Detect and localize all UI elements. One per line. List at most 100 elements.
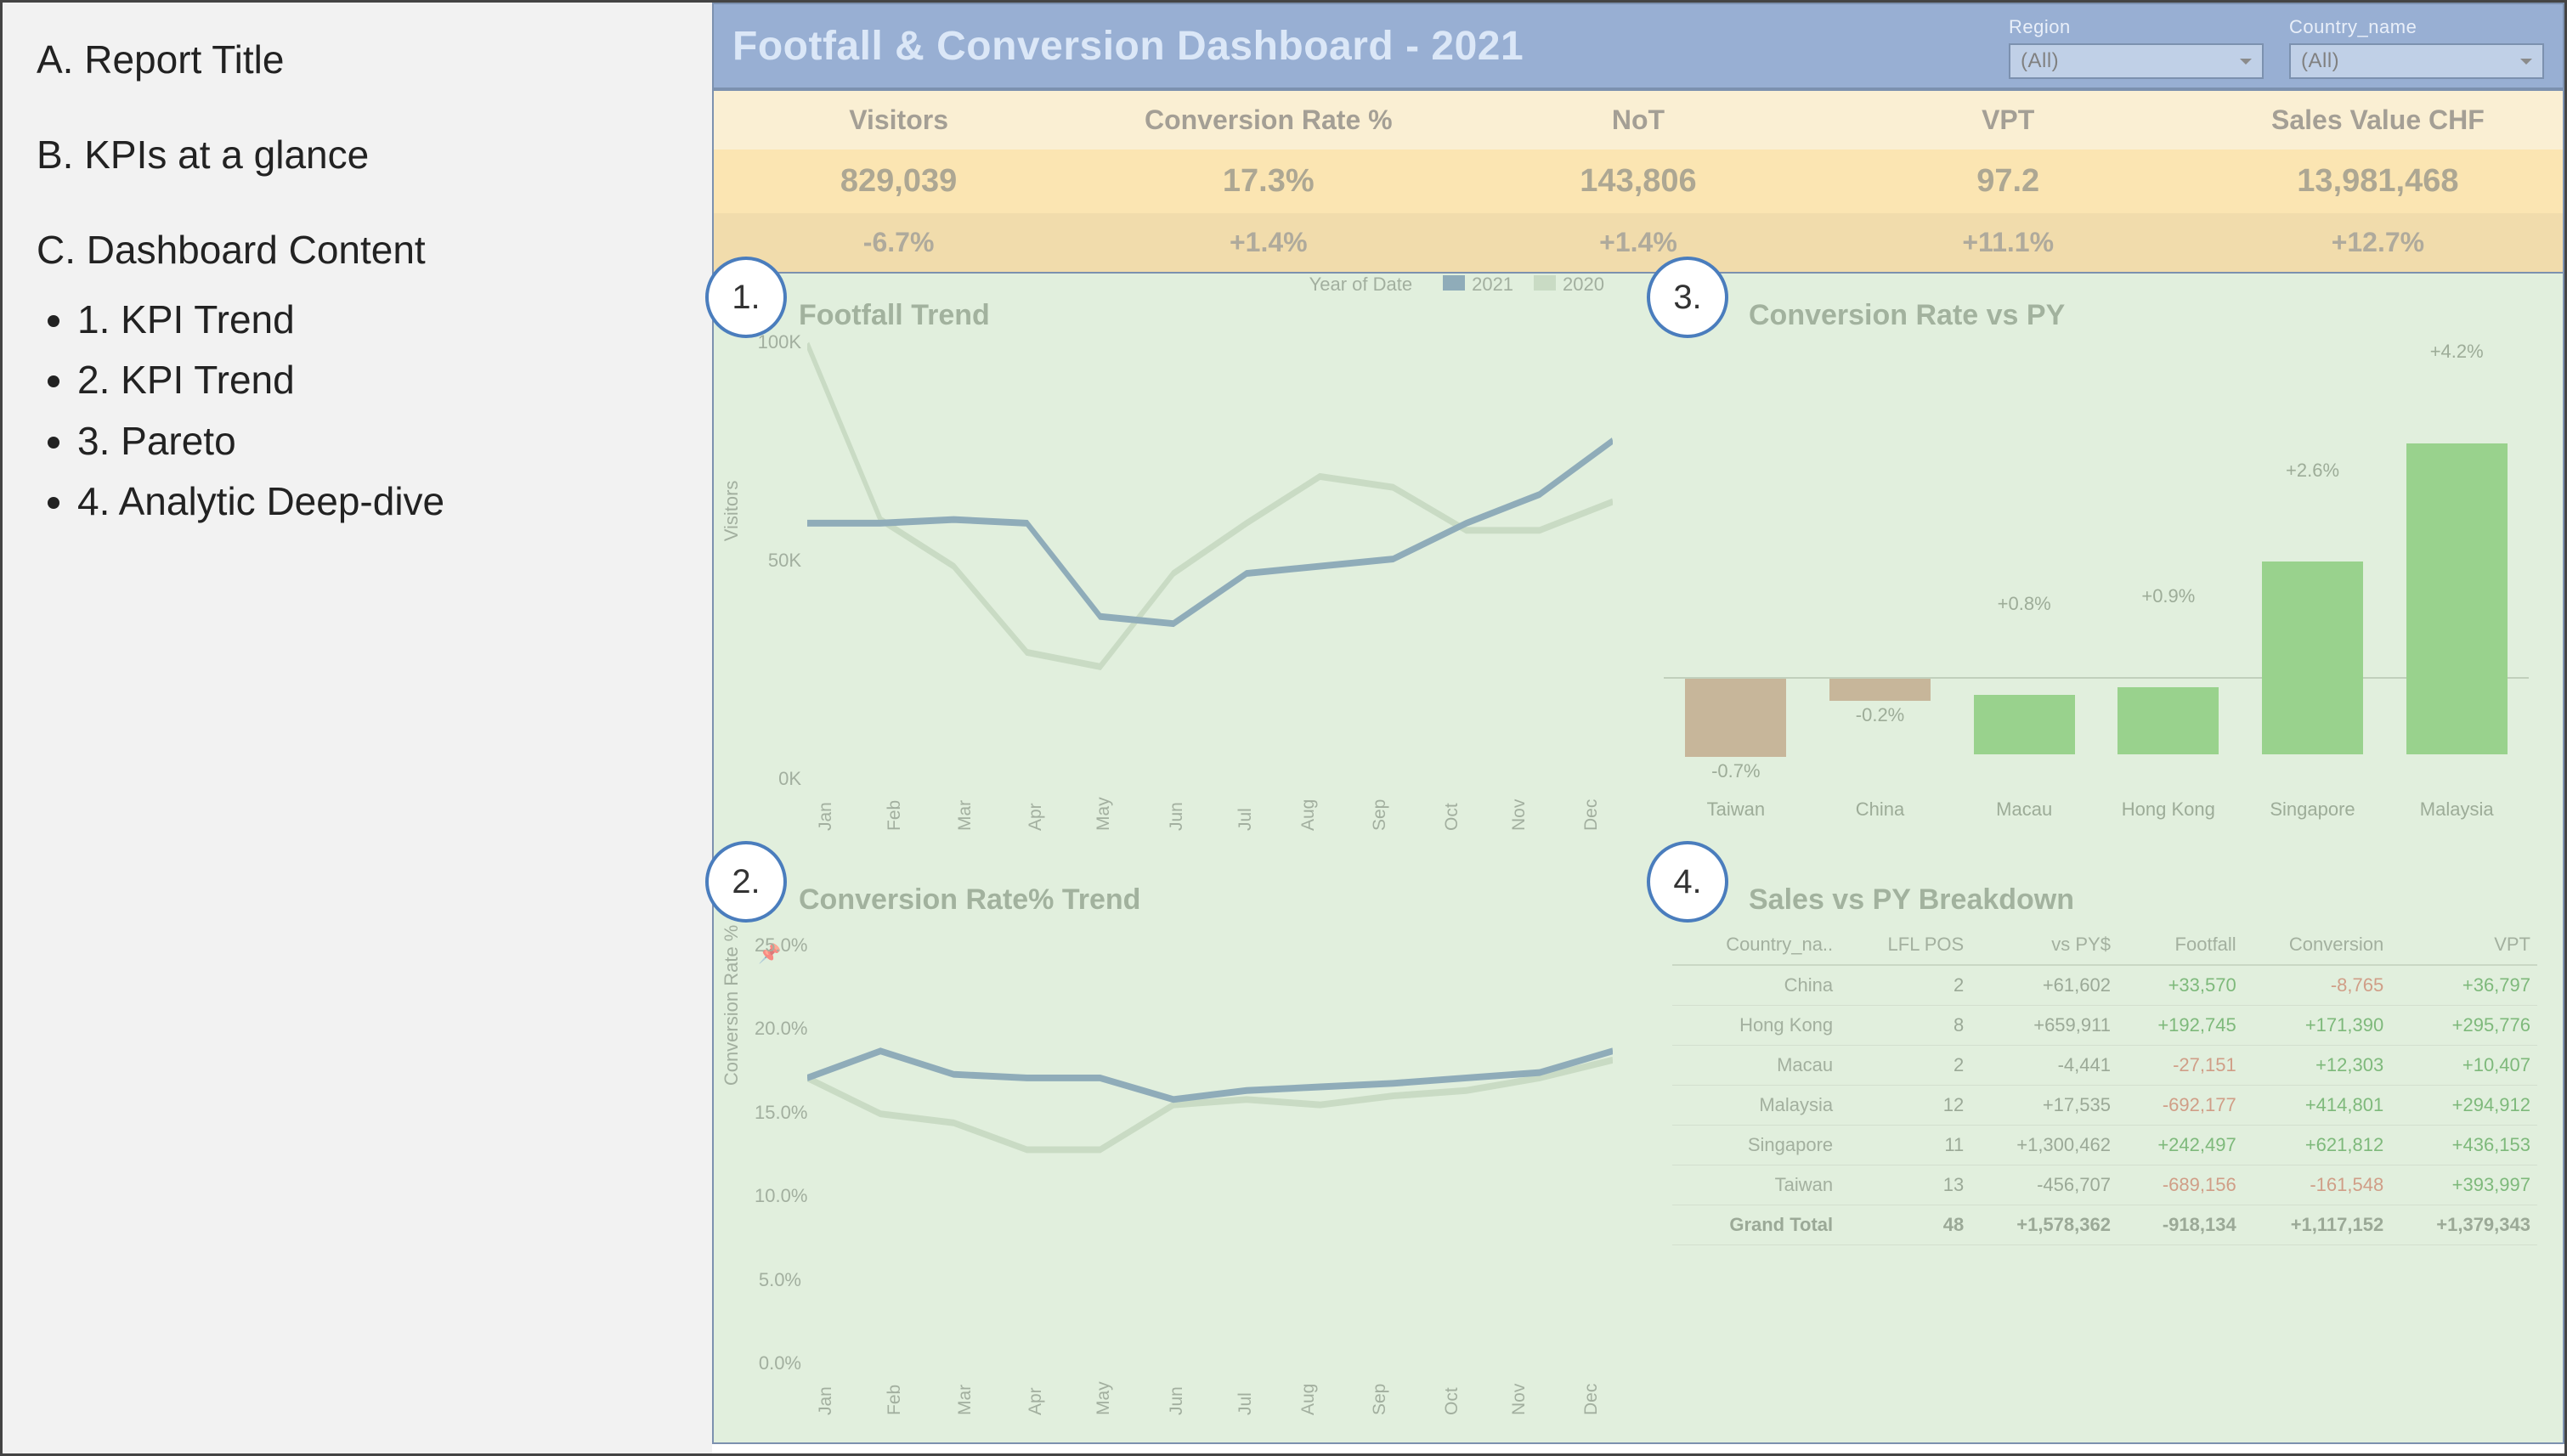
panel-1-ylabel: Visitors	[721, 481, 743, 542]
panel-conversion-vs-py[interactable]: Conversion Rate vs PY -0.7%Taiwan-0.2%Ch…	[1638, 274, 2563, 858]
dashboard-title: Footfall & Conversion Dashboard - 2021	[732, 23, 2009, 70]
table-header[interactable]: Country_na..	[1672, 925, 1848, 965]
pareto-bar[interactable]: +2.6%Singapore	[2241, 346, 2385, 790]
root-canvas: A. Report Title B. KPIs at a glance C. D…	[0, 0, 2567, 1456]
month-label: Mar	[955, 1385, 975, 1415]
month-label: Nov	[1509, 799, 1529, 831]
callout-2: 2.	[705, 841, 787, 923]
month-label: Apr	[1026, 803, 1046, 831]
month-label: May	[1094, 1381, 1114, 1415]
pareto-bar[interactable]: +0.9%Hong Kong	[2096, 346, 2241, 790]
month-label: Mar	[955, 800, 975, 831]
month-label: Feb	[885, 800, 905, 831]
kpi-delta-1: +1.4%	[1083, 213, 1453, 272]
ytick: 20.0%	[755, 1018, 801, 1040]
breakdown-table[interactable]: Country_na..LFL POSvs PY$FootfallConvers…	[1672, 925, 2537, 1245]
kpi-head-2: NoT	[1453, 91, 1823, 150]
filter-region-value: (All)	[2021, 49, 2059, 73]
filter-country-dropdown[interactable]: (All)	[2289, 43, 2544, 79]
kpi-val-4: 13,981,468	[2193, 150, 2563, 213]
ytick: 10.0%	[755, 1185, 801, 1207]
panel-1-yticks: 100K 50K 0K	[755, 331, 801, 790]
ytick: 0.0%	[755, 1352, 801, 1374]
panel-2-yticks: 25.0% 20.0% 15.0% 10.0% 5.0% 0.0%	[755, 934, 801, 1374]
ytick: 50K	[755, 550, 801, 572]
panel-footfall-trend[interactable]: Footfall Trend Year of Date 2021 2020 Vi…	[714, 274, 1638, 858]
month-label: Sep	[1370, 799, 1390, 831]
kpi-delta-3: +11.1%	[1823, 213, 2193, 272]
kpi-delta-4: +12.7%	[2193, 213, 2563, 272]
month-label: Apr	[1026, 1387, 1046, 1415]
month-label: Aug	[1298, 799, 1319, 831]
ytick: 25.0%	[755, 934, 801, 957]
kpi-val-0: 829,039	[714, 150, 1083, 213]
pareto-bar[interactable]: +4.2%Malaysia	[2384, 346, 2529, 790]
panel-conversion-trend[interactable]: Conversion Rate% Trend 📌 Conversion Rate…	[714, 858, 1638, 1442]
table-row[interactable]: China2+61,602+33,570-8,765+36,797	[1672, 965, 2537, 1006]
ytick: 15.0%	[755, 1102, 801, 1124]
month-label: Jan	[816, 802, 836, 831]
month-label: Jul	[1235, 1392, 1256, 1415]
legend-swatch-2021	[1443, 275, 1465, 291]
pareto-bar[interactable]: -0.7%Taiwan	[1664, 346, 1808, 790]
callout-4: 4.	[1647, 841, 1728, 923]
pareto-bar[interactable]: +0.8%Macau	[1952, 346, 2096, 790]
panel-2-plot	[807, 934, 1613, 1383]
month-label: Jun	[1167, 802, 1187, 831]
month-label: Oct	[1442, 803, 1462, 831]
table-row[interactable]: Malaysia12+17,535-692,177+414,801+294,91…	[1672, 1086, 2537, 1126]
panel-breakdown[interactable]: Sales vs PY Breakdown Country_na..LFL PO…	[1638, 858, 2563, 1442]
dashboard: Footfall & Conversion Dashboard - 2021 R…	[712, 3, 2564, 1453]
panel-1-title: Footfall Trend	[799, 299, 1613, 332]
annotation-item-2: 2. KPI Trend	[77, 350, 678, 410]
panel-4-title: Sales vs PY Breakdown	[1672, 883, 2537, 917]
table-header[interactable]: VPT	[2390, 925, 2537, 965]
dashboard-wrapper: Footfall & Conversion Dashboard - 2021 R…	[712, 3, 2564, 1453]
month-label: Feb	[885, 1385, 905, 1415]
panel-2-title: Conversion Rate% Trend	[799, 883, 1613, 917]
table-row[interactable]: Taiwan13-456,707-689,156-161,548+393,997	[1672, 1165, 2537, 1205]
panel-2-ylabel: Conversion Rate %	[721, 925, 743, 1086]
panel-3-bars: -0.7%Taiwan-0.2%China+0.8%Macau+0.9%Hong…	[1664, 346, 2529, 790]
filter-country-value: (All)	[2301, 49, 2339, 73]
table-header[interactable]: Footfall	[2117, 925, 2243, 965]
table-row[interactable]: Hong Kong8+659,911+192,745+171,390+295,7…	[1672, 1006, 2537, 1046]
panel-3-title: Conversion Rate vs PY	[1672, 299, 2537, 332]
legend-label-2021: 2021	[1472, 274, 1513, 295]
table-header[interactable]: vs PY$	[1970, 925, 2117, 965]
filter-region-dropdown[interactable]: (All)	[2009, 43, 2264, 79]
annotation-item-3: 3. Pareto	[77, 411, 678, 471]
dashboard-content: Footfall Trend Year of Date 2021 2020 Vi…	[712, 274, 2564, 1444]
table-row[interactable]: Macau2-4,441-27,151+12,303+10,407	[1672, 1046, 2537, 1086]
pareto-bar[interactable]: -0.2%China	[1808, 346, 1953, 790]
month-label: Dec	[1581, 799, 1602, 831]
panel-1-months: JanFebMarAprMayJunJulAugSepOctNovDec	[816, 831, 1613, 851]
month-label: Aug	[1298, 1384, 1319, 1415]
annotation-panel: A. Report Title B. KPIs at a glance C. D…	[3, 3, 712, 1453]
filter-region: Region (All)	[2009, 16, 2264, 79]
kpi-delta-2: +1.4%	[1453, 213, 1823, 272]
kpi-val-2: 143,806	[1453, 150, 1823, 213]
table-header[interactable]: LFL POS	[1848, 925, 1970, 965]
ytick: 0K	[755, 768, 801, 790]
panel-2-months: JanFebMarAprMayJunJulAugSepOctNovDec	[816, 1415, 1613, 1436]
month-label: Oct	[1442, 1387, 1462, 1415]
annotation-item-4: 4. Analytic Deep-dive	[77, 471, 678, 532]
annotation-c: C. Dashboard Content	[37, 227, 678, 273]
table-total-row: Grand Total48+1,578,362-918,134+1,117,15…	[1672, 1205, 2537, 1245]
ytick: 5.0%	[755, 1269, 801, 1291]
month-label: Dec	[1581, 1384, 1602, 1415]
table-row[interactable]: Singapore11+1,300,462+242,497+621,812+43…	[1672, 1126, 2537, 1165]
kpi-val-1: 17.3%	[1083, 150, 1453, 213]
month-label: Sep	[1370, 1384, 1390, 1415]
kpi-head-4: Sales Value CHF	[2193, 91, 2563, 150]
kpi-val-3: 97.2	[1823, 150, 2193, 213]
kpi-strip: Visitors Conversion Rate % NoT VPT Sales…	[712, 89, 2564, 274]
month-label: Jun	[1167, 1386, 1187, 1415]
filter-country: Country_name (All)	[2289, 16, 2544, 79]
month-label: May	[1094, 797, 1114, 831]
annotation-list: 1. KPI Trend 2. KPI Trend 3. Pareto 4. A…	[77, 290, 678, 532]
month-label: Nov	[1509, 1384, 1529, 1415]
table-header[interactable]: Conversion	[2243, 925, 2391, 965]
panel-1-legend: Year of Date 2021 2020	[1309, 274, 1604, 296]
